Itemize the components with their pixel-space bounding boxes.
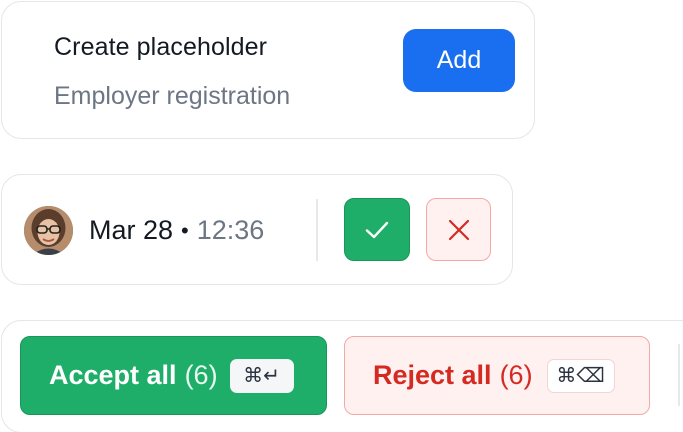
divider — [678, 344, 680, 406]
avatar-photo — [24, 206, 73, 255]
avatar — [24, 206, 73, 255]
stage: Create placeholder Employer registration… — [0, 0, 683, 432]
reject-all-button[interactable]: Reject all (6) ⌘⌫ — [344, 336, 650, 415]
close-icon — [448, 219, 469, 240]
create-placeholder-card: Create placeholder Employer registration… — [1, 1, 535, 139]
separator-dot: • — [181, 217, 189, 243]
accept-shortcut-badge: ⌘↵ — [229, 358, 294, 393]
card-subtitle: Employer registration — [54, 82, 291, 110]
add-button[interactable]: Add — [403, 29, 515, 92]
accept-all-button[interactable]: Accept all (6) ⌘↵ — [20, 336, 327, 415]
reject-all-count: (6) — [499, 360, 533, 390]
check-icon — [365, 221, 389, 238]
date-text: Mar 28 — [89, 215, 174, 245]
card-title: Create placeholder — [54, 33, 268, 61]
reject-all-label: Reject all — [373, 360, 492, 390]
accept-all-label: Accept all — [49, 360, 177, 390]
reject-change-button[interactable] — [426, 198, 491, 261]
time-text: 12:36 — [196, 215, 265, 245]
accept-all-count: (6) — [184, 360, 218, 390]
reject-shortcut-badge: ⌘⌫ — [546, 358, 615, 393]
timestamp: Mar 28 • 12:36 — [89, 215, 264, 246]
divider — [316, 199, 318, 261]
accept-change-button[interactable] — [344, 198, 410, 261]
